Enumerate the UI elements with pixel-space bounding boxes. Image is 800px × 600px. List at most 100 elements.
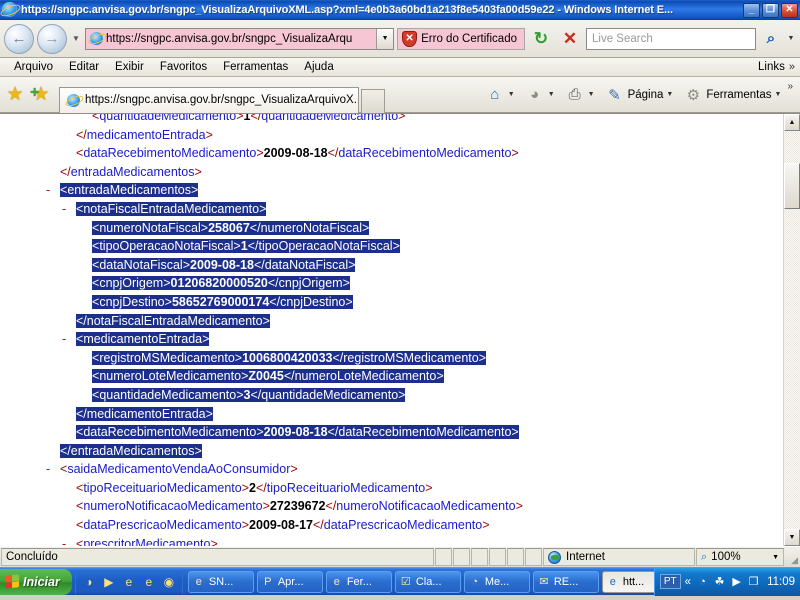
- address-input[interactable]: https://sngpc.anvisa.gov.br/sngpc_Visual…: [106, 28, 377, 49]
- refresh-icon[interactable]: ↻: [528, 26, 554, 52]
- xml-line[interactable]: <dataRecebimentoMedicamento>2009-08-18</…: [0, 144, 783, 163]
- show-desktop-icon[interactable]: ◑: [80, 573, 98, 591]
- taskbar-button[interactable]: ◔ Me...: [463, 570, 530, 593]
- home-button[interactable]: ⌂ ▼: [481, 85, 519, 105]
- xml-line[interactable]: - <notaFiscalEntradaMedicamento>: [0, 200, 783, 219]
- tools-menu-button[interactable]: ⚙ Ferramentas ▼: [679, 85, 785, 105]
- xml-line[interactable]: <tipoReceituarioMedicamento>2</tipoRecei…: [0, 479, 783, 498]
- security-zone-indicator[interactable]: Internet: [543, 548, 695, 566]
- back-button[interactable]: ←: [4, 23, 34, 54]
- xml-line[interactable]: <dataNotaFiscal>2009-08-18</dataNotaFisc…: [0, 256, 783, 275]
- add-favorites-icon[interactable]: ★: [29, 83, 53, 107]
- address-bar[interactable]: https://sngpc.anvisa.gov.br/sngpc_Visual…: [85, 27, 395, 50]
- menu-item-arquivo[interactable]: Arquivo: [6, 61, 61, 73]
- xml-line[interactable]: <quantidadeMedicamento>1</quantidadeMedi…: [0, 114, 783, 126]
- xml-line[interactable]: <cnpjOrigem>01206820000520</cnpjOrigem>: [0, 274, 783, 293]
- ie-quicklaunch-icon[interactable]: e: [120, 573, 138, 591]
- resize-grip-icon[interactable]: ◢: [784, 547, 800, 567]
- links-button[interactable]: Links: [758, 61, 789, 73]
- close-button[interactable]: ✕: [781, 2, 798, 18]
- taskbar-button[interactable]: ☑ Cla...: [394, 570, 461, 593]
- collapse-expander-icon[interactable]: -: [62, 330, 76, 349]
- feeds-button[interactable]: ◕ ▼: [521, 85, 559, 105]
- taskbar-clock[interactable]: 11:09: [765, 576, 795, 588]
- address-dropdown-icon[interactable]: ▼: [376, 28, 394, 49]
- xml-line[interactable]: - <medicamentoEntrada>: [0, 330, 783, 349]
- antivirus-tray-icon[interactable]: ☘: [712, 575, 727, 588]
- xml-line[interactable]: - <prescritorMedicamento>: [0, 535, 783, 546]
- zoom-control[interactable]: ⌕ 100% ▼: [696, 548, 784, 566]
- menu-item-favoritos[interactable]: Favoritos: [152, 61, 215, 73]
- home-caret-icon[interactable]: ▼: [508, 91, 515, 98]
- search-icon[interactable]: ⌕: [759, 26, 783, 52]
- xml-line[interactable]: - <entradaMedicamentos>: [0, 181, 783, 200]
- menu-item-ferramentas[interactable]: Ferramentas: [215, 61, 296, 73]
- history-dropdown-icon[interactable]: ▼: [70, 34, 82, 43]
- search-input[interactable]: Live Search: [586, 27, 756, 50]
- xml-tree-view[interactable]: <quantidadeMedicamento>1</quantidadeMedi…: [0, 114, 783, 546]
- new-tab-button[interactable]: [361, 88, 385, 113]
- xml-line[interactable]: <numeroNotificacaoMedicamento>27239672</…: [0, 497, 783, 516]
- minimize-button[interactable]: _: [743, 2, 760, 18]
- menu-item-exibir[interactable]: Exibir: [107, 61, 152, 73]
- tray-expand-chevron-icon[interactable]: «: [685, 576, 691, 588]
- restore-button[interactable]: ❐: [762, 2, 779, 18]
- forward-button[interactable]: →: [37, 23, 67, 54]
- page-menu-button[interactable]: ✎ Página ▼: [601, 85, 678, 105]
- print-button[interactable]: ⎙ ▼: [561, 85, 599, 105]
- network-tray-icon[interactable]: ❐: [746, 575, 761, 588]
- xml-line[interactable]: <numeroNotaFiscal>258067</numeroNotaFisc…: [0, 219, 783, 238]
- scrollbar-thumb[interactable]: [784, 163, 800, 209]
- print-caret-icon[interactable]: ▼: [588, 91, 595, 98]
- media-player-icon[interactable]: ▶: [100, 573, 118, 591]
- taskbar-button[interactable]: ✉ RE...: [532, 570, 599, 593]
- menu-overflow-chevron-icon[interactable]: »: [789, 61, 800, 73]
- collapse-expander-icon[interactable]: -: [46, 181, 60, 200]
- favorites-star-icon[interactable]: ★: [3, 83, 27, 107]
- zoom-caret-icon[interactable]: ▼: [772, 554, 779, 561]
- xml-line[interactable]: </entradaMedicamentos>: [0, 442, 783, 461]
- clock-tray-icon[interactable]: ◔: [695, 576, 710, 588]
- language-indicator[interactable]: PT: [659, 574, 681, 589]
- scroll-up-button[interactable]: ▲: [784, 114, 800, 131]
- collapse-expander-icon[interactable]: -: [46, 460, 60, 479]
- xml-line[interactable]: - <saidaMedicamentoVendaAoConsumidor>: [0, 460, 783, 479]
- start-button[interactable]: Iniciar: [0, 568, 72, 595]
- menu-item-ajuda[interactable]: Ajuda: [296, 61, 341, 73]
- tools-caret-icon[interactable]: ▼: [775, 91, 782, 98]
- command-overflow-chevron-icon[interactable]: »: [787, 81, 797, 92]
- xml-line[interactable]: </medicamentoEntrada>: [0, 126, 783, 145]
- xml-line[interactable]: </medicamentoEntrada>: [0, 405, 783, 424]
- vertical-scrollbar[interactable]: ▲ ▼: [783, 114, 800, 546]
- tab-xml-document[interactable]: https://sngpc.anvisa.gov.br/sngpc_Visual…: [59, 86, 359, 113]
- collapse-expander-icon[interactable]: -: [62, 200, 76, 219]
- xml-line[interactable]: </notaFiscalEntradaMedicamento>: [0, 312, 783, 331]
- xml-line[interactable]: <numeroLoteMedicamento>Z0045</numeroLote…: [0, 367, 783, 386]
- taskbar-button[interactable]: P Apr...: [256, 570, 323, 593]
- xml-line[interactable]: <cnpjDestino>58652769000174</cnpjDestino…: [0, 293, 783, 312]
- xml-line[interactable]: <registroMSMedicamento>1006800420033</re…: [0, 349, 783, 368]
- taskbar-button[interactable]: e htt...: [601, 570, 654, 593]
- scrollbar-track[interactable]: [784, 131, 800, 529]
- ie-quicklaunch-icon-2[interactable]: e: [140, 573, 158, 591]
- taskbar-button[interactable]: e SN...: [187, 570, 254, 593]
- search-dropdown-icon[interactable]: ▼: [786, 35, 796, 42]
- page-caret-icon[interactable]: ▼: [666, 91, 673, 98]
- xml-line[interactable]: <tipoOperacaoNotaFiscal>1</tipoOperacaoN…: [0, 237, 783, 256]
- media-center-icon[interactable]: ◉: [160, 573, 178, 591]
- scroll-down-button[interactable]: ▼: [784, 529, 800, 546]
- stop-icon[interactable]: ✕: [557, 26, 583, 52]
- collapse-expander-icon[interactable]: -: [62, 535, 76, 546]
- certificate-error-button[interactable]: ✕ Erro do Certificado: [397, 27, 525, 50]
- xml-line[interactable]: <dataPrescricaoMedicamento>2009-08-17</d…: [0, 516, 783, 535]
- xml-bracket: </: [327, 146, 339, 161]
- xml-node-text: <registroMSMedicamento>1006800420033</re…: [92, 350, 487, 365]
- xml-line[interactable]: <quantidadeMedicamento>3</quantidadeMedi…: [0, 386, 783, 405]
- xml-line[interactable]: <dataRecebimentoMedicamento>2009-08-18</…: [0, 423, 783, 442]
- menu-item-editar[interactable]: Editar: [61, 61, 107, 73]
- volume-tray-icon[interactable]: ▶: [729, 575, 744, 588]
- feeds-caret-icon[interactable]: ▼: [548, 91, 555, 98]
- xml-line[interactable]: </entradaMedicamentos>: [0, 163, 783, 182]
- xml-value: 27239672: [269, 499, 326, 514]
- taskbar-button[interactable]: e Fer...: [325, 570, 392, 593]
